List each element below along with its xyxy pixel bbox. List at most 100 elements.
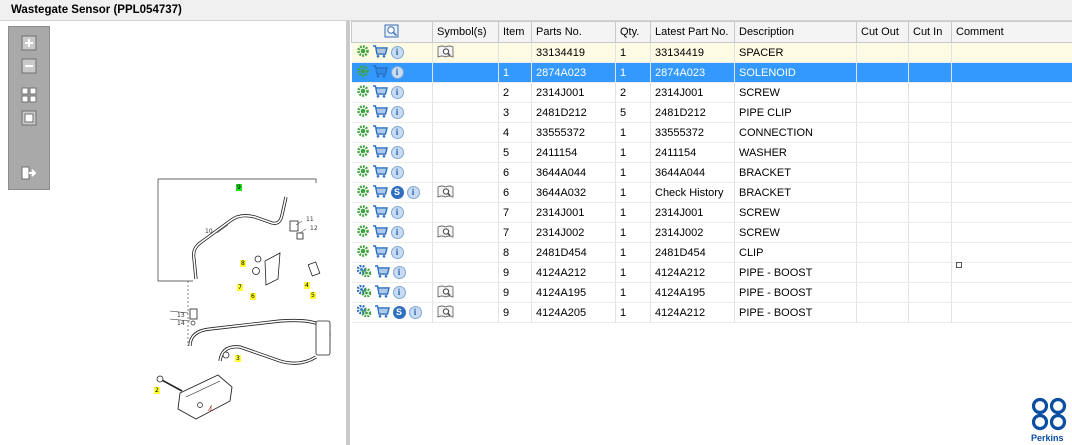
fit-window-button[interactable]: [20, 109, 38, 127]
supersession-icon[interactable]: S: [392, 306, 406, 319]
info-icon[interactable]: i: [390, 206, 404, 219]
callout-3[interactable]: 3: [235, 355, 241, 362]
callout-7[interactable]: 7: [237, 284, 243, 291]
add-to-cart-icon[interactable]: [372, 64, 388, 81]
info-icon[interactable]: i: [390, 46, 404, 59]
callout-6[interactable]: 6: [250, 293, 256, 300]
table-row[interactable]: i 9 4124A212 1 4124A212 PIPE - BOOST: [351, 262, 1072, 283]
options-gear-icon[interactable]: [356, 105, 369, 120]
column-header-description[interactable]: Description: [734, 21, 857, 43]
parts-diagram[interactable]: 9 10 11 12 8 7 6 4 5 13 14 3 2 1: [120, 161, 350, 441]
callout-4[interactable]: 4: [304, 282, 310, 289]
table-row[interactable]: i 4 33555372 1 33555372 CONNECTION: [351, 122, 1072, 143]
info-icon[interactable]: i: [390, 66, 404, 79]
table-row[interactable]: i 8 2481D454 1 2481D454 CLIP: [351, 242, 1072, 263]
add-to-cart-icon[interactable]: [372, 104, 388, 121]
zoom-out-button[interactable]: [20, 57, 38, 75]
table-row[interactable]: i 6 3644A044 1 3644A044 BRACKET: [351, 162, 1072, 183]
table-row[interactable]: i 7 2314J001 1 2314J001 SCREW: [351, 202, 1072, 223]
column-header-comment[interactable]: Comment: [951, 21, 1072, 43]
options-gear-icon[interactable]: [356, 125, 369, 140]
column-header-qty[interactable]: Qty.: [615, 21, 651, 43]
table-row[interactable]: i 1 2874A023 1 2874A023 SOLENOID: [351, 62, 1072, 83]
callout-8[interactable]: 8: [240, 260, 246, 267]
table-row[interactable]: Si 9 4124A205 1 4124A212 PIPE - BOOST: [351, 302, 1072, 323]
parts-no-cell: 2481D454: [531, 242, 616, 263]
info-icon[interactable]: i: [392, 266, 406, 279]
callout-14[interactable]: 14: [176, 320, 186, 327]
symbols-cell: [432, 182, 499, 203]
options-gear-icon[interactable]: [356, 165, 369, 180]
table-row[interactable]: i 9 4124A195 1 4124A195 PIPE - BOOST: [351, 282, 1072, 303]
options-gears-icon[interactable]: [356, 264, 371, 280]
add-to-cart-icon[interactable]: [372, 84, 388, 101]
add-to-cart-icon[interactable]: [372, 184, 388, 201]
column-header-actions[interactable]: [351, 21, 433, 43]
info-icon[interactable]: i: [390, 126, 404, 139]
supersession-icon[interactable]: S: [390, 186, 404, 199]
callout-2[interactable]: 2: [154, 387, 160, 394]
info-icon[interactable]: i: [408, 306, 422, 319]
options-gears-icon[interactable]: [356, 304, 371, 320]
add-to-cart-icon[interactable]: [372, 224, 388, 241]
options-gear-icon[interactable]: [356, 185, 369, 200]
table-row[interactable]: Si 6 3644A032 1 Check History BRACKET: [351, 182, 1072, 203]
info-icon[interactable]: i: [390, 106, 404, 119]
options-gear-icon[interactable]: [356, 245, 369, 260]
options-gear-icon[interactable]: [356, 225, 369, 240]
info-icon[interactable]: i: [390, 146, 404, 159]
column-header-cut-in[interactable]: Cut In: [908, 21, 952, 43]
table-row[interactable]: i 33134419 1 33134419 SPACER: [351, 42, 1072, 63]
options-gear-icon[interactable]: [356, 65, 369, 80]
add-to-cart-icon[interactable]: [372, 164, 388, 181]
options-gear-icon[interactable]: [356, 85, 369, 100]
row-actions-cell: i: [351, 42, 433, 63]
cut-in-cell: [908, 182, 952, 203]
add-to-cart-icon[interactable]: [374, 284, 390, 301]
add-to-cart-icon[interactable]: [372, 124, 388, 141]
table-row[interactable]: i 7 2314J002 1 2314J002 SCREW: [351, 222, 1072, 243]
export-button[interactable]: [20, 164, 38, 182]
notes-book-icon[interactable]: [437, 285, 454, 301]
info-icon[interactable]: i: [392, 286, 406, 299]
table-row[interactable]: i 3 2481D212 5 2481D212 PIPE CLIP: [351, 102, 1072, 123]
add-to-cart-icon[interactable]: [374, 264, 390, 281]
info-icon[interactable]: i: [390, 86, 404, 99]
callout-13[interactable]: 13: [176, 312, 186, 319]
panel-splitter[interactable]: [346, 21, 350, 445]
callout-10[interactable]: 10: [204, 228, 214, 235]
notes-book-icon[interactable]: [437, 45, 454, 61]
info-icon[interactable]: i: [390, 166, 404, 179]
resize-handle[interactable]: [956, 262, 962, 268]
add-to-cart-icon[interactable]: [372, 244, 388, 261]
callout-9[interactable]: 9: [236, 184, 242, 191]
notes-book-icon[interactable]: [437, 225, 454, 241]
column-header-item[interactable]: Item: [498, 21, 532, 43]
zoom-in-button[interactable]: [20, 34, 38, 52]
column-header-symbols[interactable]: Symbol(s): [432, 21, 499, 43]
notes-book-icon[interactable]: [437, 305, 454, 321]
illustration-panel[interactable]: 9 10 11 12 8 7 6 4 5 13 14 3 2 1: [0, 21, 346, 445]
add-to-cart-icon[interactable]: [372, 44, 388, 61]
callout-5[interactable]: 5: [310, 292, 316, 299]
table-row[interactable]: i 5 2411154 1 2411154 WASHER: [351, 142, 1072, 163]
options-gears-icon[interactable]: [356, 284, 371, 300]
options-gear-icon[interactable]: [356, 45, 369, 60]
column-header-latest-part-no[interactable]: Latest Part No.: [650, 21, 735, 43]
callout-12[interactable]: 12: [309, 225, 319, 232]
add-to-cart-icon[interactable]: [372, 144, 388, 161]
column-header-parts-no[interactable]: Parts No.: [531, 21, 616, 43]
add-to-cart-icon[interactable]: [374, 304, 390, 321]
options-gear-icon[interactable]: [356, 205, 369, 220]
column-header-cut-out[interactable]: Cut Out: [856, 21, 909, 43]
info-icon[interactable]: i: [390, 226, 404, 239]
table-row[interactable]: i 2 2314J001 2 2314J001 SCREW: [351, 82, 1072, 103]
info-icon[interactable]: i: [406, 186, 420, 199]
notes-book-icon[interactable]: [437, 185, 454, 201]
info-icon[interactable]: i: [390, 246, 404, 259]
callout-1[interactable]: 1: [208, 406, 214, 413]
options-gear-icon[interactable]: [356, 145, 369, 160]
fit-all-button[interactable]: [20, 86, 38, 104]
callout-11[interactable]: 11: [305, 216, 315, 223]
add-to-cart-icon[interactable]: [372, 204, 388, 221]
